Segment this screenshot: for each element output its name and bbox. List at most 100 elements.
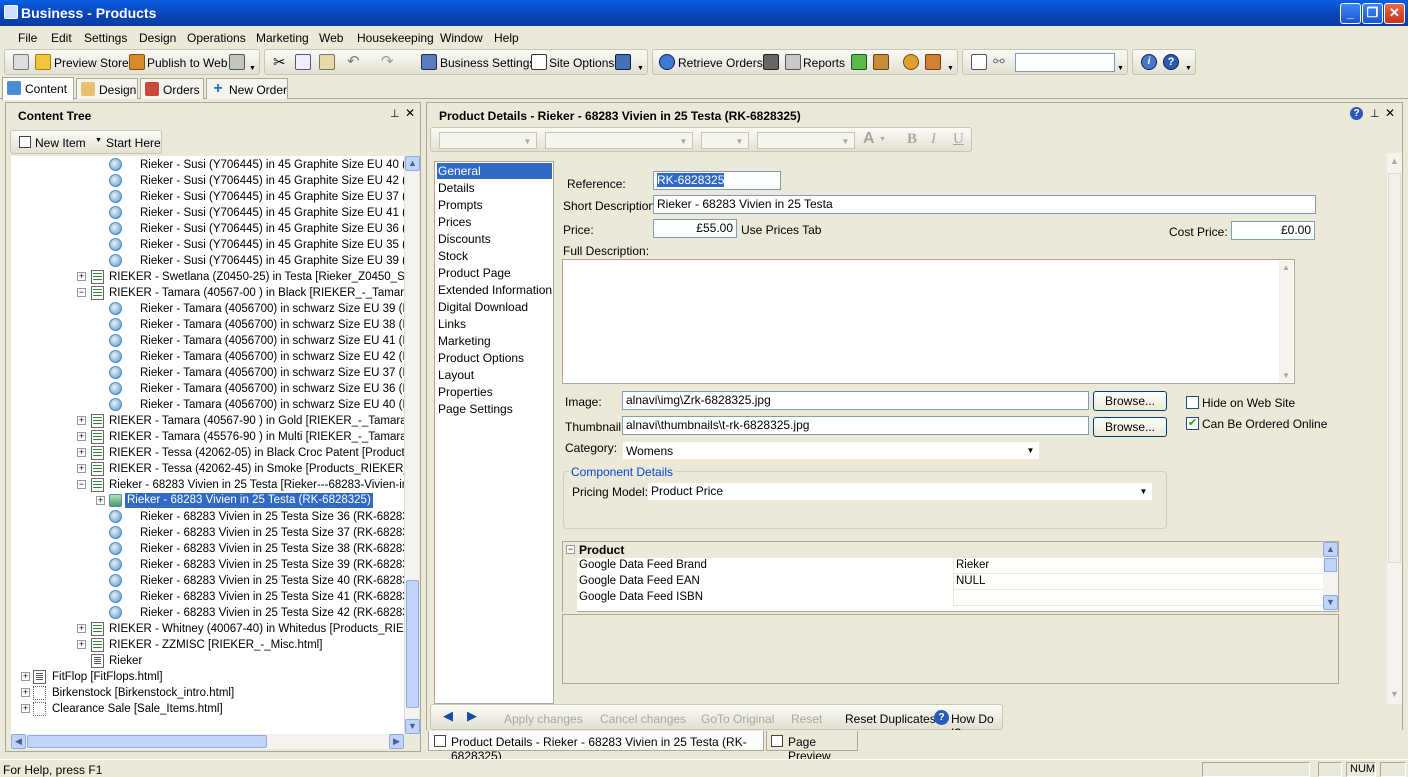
undo-icon[interactable]: ↶ (347, 52, 360, 70)
preview-icon[interactable] (13, 54, 29, 70)
new-item-button[interactable]: New Item (35, 136, 86, 150)
tree-hscrollbar[interactable]: ◀ ▶ (11, 734, 404, 749)
tree-item[interactable]: RIEKER - Tessa (42062-05) in Black Croc … (107, 445, 404, 461)
scroll-down-icon[interactable]: ▼ (1282, 371, 1290, 380)
scroll-right-icon[interactable]: ▶ (389, 734, 404, 749)
expand-icon[interactable]: + (77, 416, 86, 425)
info-icon[interactable]: i (1141, 54, 1157, 70)
tree-item[interactable]: Rieker - 68283 Vivien in 25 Testa Size 4… (138, 573, 404, 589)
toolbar-overflow-icon[interactable]: ▼ (1117, 65, 1124, 72)
price-input[interactable]: £55.00 (653, 219, 737, 238)
business-settings-button[interactable]: Business Settings (440, 56, 535, 70)
cut-icon[interactable]: ✂ (273, 53, 286, 71)
tree-item[interactable]: Rieker - Tamara (4056700) in schwarz Siz… (138, 381, 404, 397)
tree-hscroll-thumb[interactable] (27, 735, 267, 748)
close-button[interactable]: ✕ (1384, 3, 1405, 24)
toolbar-overflow-icon[interactable]: ▼ (1185, 65, 1192, 72)
reset-duplicates-button[interactable]: Reset Duplicates (845, 712, 936, 726)
underline-icon[interactable]: U (953, 131, 964, 148)
nav-item-product-options[interactable]: Product Options (437, 350, 524, 366)
tree-item[interactable]: Rieker - Tamara (4056700) in schwarz Siz… (138, 301, 404, 317)
nav-item-product-page[interactable]: Product Page (437, 265, 511, 281)
user-icon[interactable] (903, 54, 919, 70)
hide-on-web-checkbox[interactable] (1186, 396, 1199, 409)
nav-item-layout[interactable]: Layout (437, 367, 474, 383)
full-description-scrollbar[interactable]: ▲ ▼ (1279, 261, 1293, 382)
property-value[interactable] (953, 590, 1323, 606)
tree-item[interactable]: Rieker - Susi (Y706445) in 45 Graphite S… (138, 221, 404, 237)
collapse-icon[interactable]: − (77, 480, 86, 489)
thumbnail-browse-button[interactable]: Browse... (1093, 417, 1167, 437)
details-vscroll-thumb[interactable] (1388, 173, 1401, 563)
tree-item[interactable]: RIEKER - Swetlana (Z0450-25) in Testa [R… (107, 269, 404, 285)
tree-item[interactable]: Rieker - 68283 Vivien in 25 Testa Size 4… (138, 589, 404, 605)
paste-icon[interactable] (319, 54, 335, 70)
copy-icon[interactable] (295, 54, 311, 70)
expand-icon[interactable]: + (96, 496, 105, 505)
scroll-left-icon[interactable]: ◀ (11, 734, 26, 749)
toolbar-overflow-icon[interactable]: ▼ (637, 65, 644, 72)
back-icon[interactable]: ◀ (443, 708, 453, 724)
nav-item-prices[interactable]: Prices (437, 214, 471, 230)
menu-edit[interactable]: Edit (51, 31, 72, 45)
scroll-down-icon[interactable]: ▼ (1323, 595, 1338, 610)
menu-help[interactable]: Help (494, 31, 519, 45)
pin-icon[interactable]: ⊥ (1370, 107, 1380, 120)
tree-item[interactable]: Rieker - Susi (Y706445) in 45 Graphite S… (138, 237, 404, 253)
tree-item[interactable]: Rieker - 68283 Vivien in 25 Testa (RK-68… (125, 493, 373, 508)
web-icon[interactable] (229, 54, 245, 70)
tree-item[interactable]: Rieker - Tamara (4056700) in schwarz Siz… (138, 397, 404, 413)
expand-icon[interactable]: + (77, 640, 86, 649)
nav-item-page-settings[interactable]: Page Settings (437, 401, 513, 417)
expand-icon[interactable]: + (77, 432, 86, 441)
nav-item-extended-information[interactable]: Extended Information (437, 282, 552, 298)
details-vscrollbar[interactable]: ▲ ▼ (1387, 153, 1402, 704)
scroll-down-icon[interactable]: ▼ (1390, 689, 1399, 699)
tree-item[interactable]: Rieker - 68283 Vivien in 25 Testa Size 3… (138, 541, 404, 557)
nav-item-links[interactable]: Links (437, 316, 466, 332)
category-select[interactable]: Womens ▼ (622, 441, 1040, 460)
thumbnail-input[interactable]: alnavi\thumbnails\t-rk-6828325.jpg (622, 416, 1089, 435)
package-icon[interactable] (873, 54, 889, 70)
cost-price-input[interactable]: £0.00 (1231, 221, 1315, 240)
tree-vscroll-thumb[interactable] (406, 580, 419, 708)
tree-item[interactable]: Rieker - Susi (Y706445) in 45 Graphite S… (138, 189, 404, 205)
menu-housekeeping[interactable]: Housekeeping (357, 31, 434, 45)
property-scroll-thumb[interactable] (1324, 558, 1337, 572)
tree-item[interactable]: Birkenstock [Birkenstock_intro.html] (50, 685, 236, 701)
tree-item[interactable]: Rieker - 68283 Vivien in 25 Testa Size 4… (138, 605, 404, 621)
redo-icon[interactable]: ↷ (381, 52, 394, 70)
font-select[interactable]: ▼ (545, 132, 693, 149)
tree-item[interactable]: Rieker - Susi (Y706445) in 45 Graphite S… (138, 253, 404, 269)
nav-item-properties[interactable]: Properties (437, 384, 493, 400)
tree-item[interactable]: RIEKER - Tamara (45576-90 ) in Multi [RI… (107, 429, 404, 445)
export-icon[interactable] (851, 54, 867, 70)
scroll-up-icon[interactable]: ▲ (1390, 156, 1399, 166)
tree-item[interactable]: RIEKER - Tamara (40567-00 ) in Black [RI… (107, 285, 404, 301)
tree-item[interactable]: Rieker - 68283 Vivien in 25 Testa [Rieke… (107, 477, 404, 493)
tab-design[interactable]: Design (76, 78, 138, 99)
style-select[interactable]: ▼ (439, 132, 537, 149)
expand-icon[interactable]: + (21, 672, 30, 681)
scroll-up-icon[interactable]: ▲ (1282, 263, 1290, 272)
property-value[interactable]: NULL (953, 574, 1323, 590)
menu-window[interactable]: Window (440, 31, 483, 45)
tree-item[interactable]: Rieker (107, 653, 144, 669)
tree-item[interactable]: Rieker - 68283 Vivien in 25 Testa Size 3… (138, 509, 404, 525)
close-panel-icon[interactable]: ✕ (1385, 106, 1395, 120)
reports-button[interactable]: Reports (803, 56, 845, 70)
goto-original-button[interactable]: GoTo Original (701, 712, 774, 726)
short-description-input[interactable]: Rieker - 68283 Vivien in 25 Testa (653, 195, 1316, 214)
dropdown-arrow-icon[interactable]: ▼ (1136, 484, 1151, 499)
tree-item[interactable]: Clearance Sale [Sale_Items.html] (50, 701, 225, 717)
forward-icon[interactable]: ▶ (467, 708, 477, 724)
tree-item[interactable]: Rieker - 68283 Vivien in 25 Testa Size 3… (138, 525, 404, 541)
full-description-textarea[interactable]: ▲ ▼ (562, 259, 1295, 384)
doc-tab-page-preview[interactable]: Page Preview (766, 731, 858, 763)
preview-store-button[interactable]: Preview Store (54, 56, 129, 70)
doc-tab-product-details[interactable]: Product Details - Rieker - 68283 Vivien … (428, 731, 764, 763)
image-input[interactable]: alnavi\img\Zrk-6828325.jpg (622, 391, 1089, 410)
tree-item[interactable]: Rieker - Tamara (4056700) in schwarz Siz… (138, 333, 404, 349)
close-panel-icon[interactable]: ✕ (405, 106, 415, 120)
menu-settings[interactable]: Settings (84, 31, 127, 45)
